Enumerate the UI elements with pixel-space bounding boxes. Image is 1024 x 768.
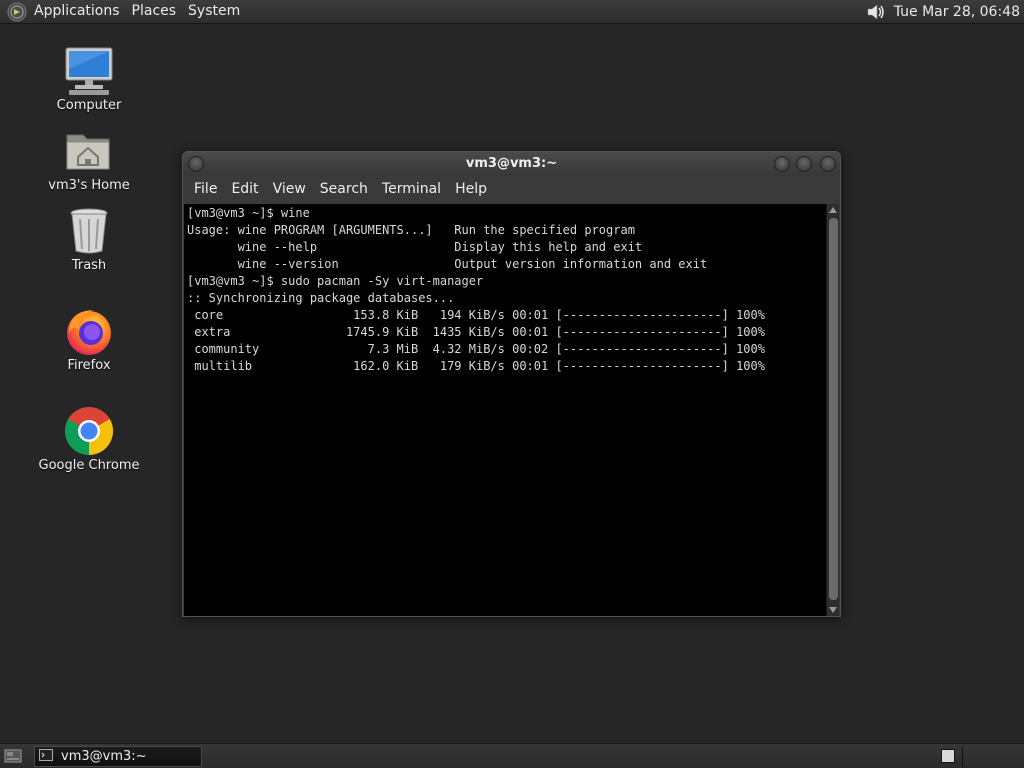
- desktop-icon-firefox[interactable]: Firefox: [34, 305, 144, 373]
- taskbar-label: vm3@vm3:~: [61, 749, 147, 764]
- system-menu[interactable]: System: [182, 0, 246, 24]
- close-button[interactable]: [820, 156, 836, 172]
- menu-terminal[interactable]: Terminal: [375, 176, 448, 202]
- terminal-window[interactable]: vm3@vm3:~ File Edit View Search Terminal…: [182, 151, 841, 617]
- desktop-icon-label: Firefox: [67, 358, 111, 373]
- show-desktop-icon[interactable]: [4, 748, 22, 764]
- menu-edit[interactable]: Edit: [224, 176, 265, 202]
- home-folder-icon: [63, 125, 115, 177]
- scrollbar-thumb[interactable]: [829, 218, 838, 600]
- desktop-icon-chrome[interactable]: Google Chrome: [34, 405, 144, 473]
- terminal-icon: [39, 748, 53, 765]
- terminal-line: Usage: wine PROGRAM [ARGUMENTS...] Run t…: [187, 223, 635, 237]
- menu-view[interactable]: View: [266, 176, 313, 202]
- trash-icon: [63, 205, 115, 257]
- scroll-up-arrow-icon[interactable]: [827, 204, 839, 216]
- taskbar-terminal-button[interactable]: vm3@vm3:~: [34, 746, 202, 767]
- terminal-line: extra 1745.9 KiB 1435 KiB/s 00:01 [-----…: [187, 325, 765, 339]
- firefox-icon: [63, 305, 115, 357]
- desktop-icon-home[interactable]: vm3's Home: [34, 125, 144, 193]
- bottom-panel: vm3@vm3:~: [0, 743, 1024, 768]
- terminal-line: wine --version Output version informatio…: [187, 257, 708, 271]
- maximize-button[interactable]: [796, 156, 812, 172]
- terminal-line: [vm3@vm3 ~]$ wine: [187, 206, 310, 220]
- menu-help[interactable]: Help: [448, 176, 494, 202]
- chrome-icon: [63, 405, 115, 457]
- window-menu-button[interactable]: [188, 156, 204, 172]
- desktop-icon-trash[interactable]: Trash: [34, 205, 144, 273]
- desktop-icon-label: Trash: [71, 258, 107, 273]
- terminal-line: [vm3@vm3 ~]$ sudo pacman -Sy virt-manage…: [187, 274, 484, 288]
- window-titlebar[interactable]: vm3@vm3:~: [183, 152, 840, 176]
- desktop-icon-label: Google Chrome: [38, 458, 140, 473]
- terminal-line: community 7.3 MiB 4.32 MiB/s 00:02 [----…: [187, 342, 765, 356]
- places-menu[interactable]: Places: [126, 0, 183, 24]
- terminal-line: multilib 162.0 KiB 179 KiB/s 00:01 [----…: [187, 359, 765, 373]
- menu-search[interactable]: Search: [313, 176, 375, 202]
- terminal-output[interactable]: [vm3@vm3 ~]$ wine Usage: wine PROGRAM [AR…: [184, 204, 827, 616]
- mint-logo-icon[interactable]: [6, 1, 28, 23]
- panel-divider: [962, 746, 963, 767]
- applications-menu[interactable]: Applications: [28, 0, 126, 24]
- desktop-icon-label: Computer: [56, 98, 122, 113]
- minimize-button[interactable]: [774, 156, 790, 172]
- clock[interactable]: Tue Mar 28, 06:48: [894, 4, 1024, 20]
- desktop-icon-label: vm3's Home: [48, 178, 130, 193]
- window-title: vm3@vm3:~: [465, 156, 558, 171]
- terminal-line: core 153.8 KiB 194 KiB/s 00:01 [--------…: [187, 308, 765, 322]
- top-panel: Applications Places System Tue Mar 28, 0…: [0, 0, 1024, 24]
- terminal-menubar: File Edit View Search Terminal Help: [183, 176, 840, 202]
- computer-icon: [63, 45, 115, 97]
- scroll-down-arrow-icon[interactable]: [827, 604, 839, 616]
- volume-icon[interactable]: [864, 1, 888, 23]
- desktop-icon-computer[interactable]: Computer: [34, 45, 144, 113]
- terminal-line: wine --help Display this help and exit: [187, 240, 643, 254]
- menu-file[interactable]: File: [187, 176, 224, 202]
- terminal-scrollbar[interactable]: [826, 204, 839, 616]
- terminal-line: :: Synchronizing package databases...: [187, 291, 455, 305]
- workspace-switcher[interactable]: [941, 749, 955, 763]
